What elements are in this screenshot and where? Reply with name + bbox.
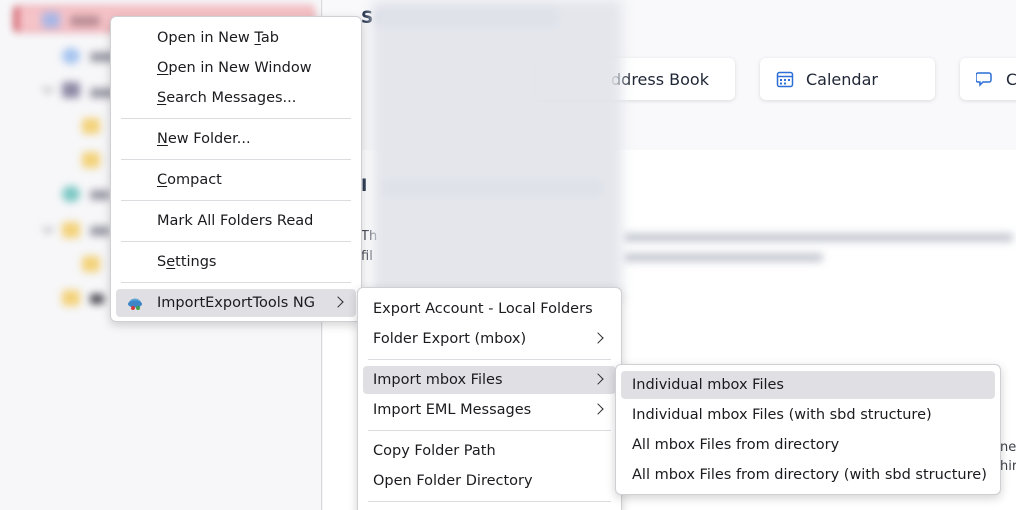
- menu-label: ab: [260, 30, 279, 46]
- menu-label: ew Folder...: [167, 131, 251, 147]
- menu-folder-export[interactable]: Folder Export (mbox): [363, 325, 616, 353]
- menu-label: ImportExportTools NG: [157, 295, 315, 311]
- menu-settings[interactable]: Settings: [116, 248, 356, 276]
- menu-open-new-tab[interactable]: Open in New Tab: [116, 24, 356, 52]
- folder-context-menu: Open in New Tab Open in New Window Searc…: [110, 16, 362, 322]
- folder-label-blurred: [90, 294, 104, 304]
- folder-icon: [62, 222, 80, 238]
- menu-individual-mbox-sbd[interactable]: Individual mbox Files (with sbd structur…: [621, 401, 995, 429]
- menu-label: Mark All Folders Read: [157, 213, 314, 229]
- menu-separator: [121, 282, 351, 283]
- address-book-label: ddress Book: [611, 69, 709, 89]
- folder-icon: [82, 256, 100, 272]
- calendar-icon: [776, 71, 794, 88]
- calendar-label: Calendar: [806, 69, 878, 89]
- collapse-caret-icon[interactable]: [42, 222, 54, 234]
- menu-accesskey: S: [157, 90, 167, 106]
- chat-icon: [976, 72, 992, 87]
- calendar-card[interactable]: Calendar: [760, 58, 935, 100]
- importexporttools-icon: [128, 298, 142, 310]
- menu-search-messages[interactable]: Search Messages...: [116, 84, 356, 112]
- account-icon: [62, 186, 80, 202]
- menu-label: Folder Export (mbox): [373, 331, 527, 347]
- menu-separator: [121, 159, 351, 160]
- menu-importexporttools[interactable]: ImportExportTools NG: [116, 289, 356, 317]
- text-cut-right: hir: [1000, 459, 1016, 474]
- menu-import-mbox[interactable]: Import mbox Files: [363, 366, 616, 394]
- folder-icon: [62, 290, 80, 306]
- menu-label: pen in New Window: [168, 60, 312, 76]
- account-icon: [62, 82, 80, 98]
- menu-separator: [368, 430, 611, 431]
- menu-label: Import mbox Files: [373, 372, 503, 388]
- menu-separator: [121, 200, 351, 201]
- folder-label-blurred: [90, 190, 110, 200]
- menu-mark-all-read[interactable]: Mark All Folders Read: [116, 207, 356, 235]
- folder-icon: [82, 152, 100, 168]
- text-cut-right: ne: [1000, 440, 1016, 455]
- menu-open-new-window[interactable]: Open in New Window: [116, 54, 356, 82]
- chat-card[interactable]: C: [960, 58, 1016, 100]
- import-mbox-submenu: Individual mbox Files Individual mbox Fi…: [615, 364, 1001, 495]
- import-description-blurred: [623, 233, 1013, 242]
- importexporttools-submenu: Export Account - Local Folders Folder Ex…: [357, 287, 622, 510]
- menu-new-folder[interactable]: New Folder...: [116, 125, 356, 153]
- menu-label: earch Messages...: [166, 90, 297, 106]
- menu-individual-mbox[interactable]: Individual mbox Files: [621, 371, 995, 399]
- import-description-blurred: [623, 253, 823, 262]
- menu-separator: [121, 118, 351, 119]
- menu-separator: [121, 241, 351, 242]
- menu-accesskey: C: [157, 172, 168, 188]
- menu-label: Import EML Messages: [373, 402, 532, 418]
- menu-import-eml[interactable]: Import EML Messages: [363, 396, 616, 424]
- menu-copy-folder-path[interactable]: Copy Folder Path: [363, 437, 616, 465]
- menu-compact[interactable]: Compact: [116, 166, 356, 194]
- submenu-arrow-icon: [592, 403, 604, 415]
- menu-separator: [368, 501, 611, 502]
- submenu-arrow-icon: [592, 373, 604, 385]
- menu-accesskey: e: [166, 254, 176, 270]
- menu-separator: [368, 359, 611, 360]
- submenu-arrow-icon: [332, 296, 344, 308]
- folder-icon: [42, 12, 60, 28]
- menu-all-mbox-directory[interactable]: All mbox Files from directory: [621, 431, 995, 459]
- menu-label: ompact: [167, 172, 222, 188]
- inbox-icon: [62, 48, 80, 64]
- menu-label: Open in New: [157, 30, 255, 46]
- menu-label: ttings: [175, 254, 217, 270]
- blurred-overlay: [372, 0, 622, 300]
- submenu-arrow-icon: [592, 332, 604, 344]
- menu-label: S: [157, 254, 167, 270]
- menu-all-mbox-directory-sbd[interactable]: All mbox Files from directory (with sbd …: [621, 461, 995, 489]
- menu-accesskey: O: [157, 60, 169, 76]
- folder-label-blurred: [70, 16, 100, 26]
- folder-icon: [82, 118, 100, 134]
- menu-accesskey: N: [157, 131, 168, 147]
- chat-label: C: [1006, 69, 1016, 89]
- folder-label-blurred: [90, 226, 110, 236]
- menu-open-folder-directory[interactable]: Open Folder Directory: [363, 467, 616, 495]
- collapse-caret-icon[interactable]: [42, 82, 54, 94]
- menu-export-account[interactable]: Export Account - Local Folders: [363, 295, 616, 323]
